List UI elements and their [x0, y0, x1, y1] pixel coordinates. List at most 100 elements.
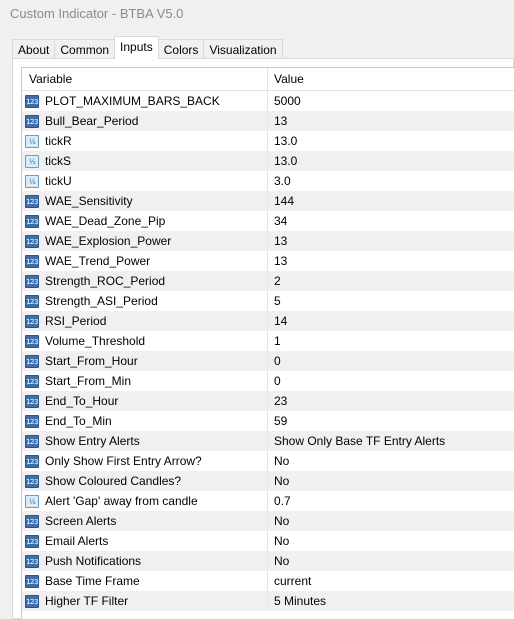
value-cell[interactable]: 23 — [268, 391, 514, 411]
value-cell[interactable]: 0 — [268, 351, 514, 371]
grid-rows: 123 PLOT_MAXIMUM_BARS_BACK 5000 123 Bull_Bea… — [22, 91, 514, 611]
integer-type-icon: 123 — [25, 254, 39, 268]
integer-type-icon: 123 — [25, 554, 39, 568]
variable-name: tickS — [45, 154, 72, 168]
table-row[interactable]: 123 Volume_Threshold 1 — [22, 331, 514, 351]
table-row[interactable]: 123 Screen Alerts No — [22, 511, 514, 531]
integer-type-icon: 123 — [25, 374, 39, 388]
variable-cell: 123 Only Show First Entry Arrow? — [22, 451, 268, 471]
variable-name: Alert 'Gap' away from candle — [45, 494, 198, 508]
integer-type-icon: 123 — [25, 534, 39, 548]
table-row[interactable]: 123 Higher TF Filter 5 Minutes — [22, 591, 514, 611]
table-row[interactable]: 123 Only Show First Entry Arrow? No — [22, 451, 514, 471]
integer-type-icon: 123 — [25, 294, 39, 308]
variable-name: Base Time Frame — [45, 574, 140, 588]
title-bar: Custom Indicator - BTBA V5.0 — [0, 0, 514, 28]
table-row[interactable]: ½ tickU 3.0 — [22, 171, 514, 191]
value-cell[interactable]: 1 — [268, 331, 514, 351]
value-cell[interactable]: 5 Minutes — [268, 591, 514, 611]
grid-header: Variable Value — [22, 68, 514, 91]
value-cell[interactable]: 59 — [268, 411, 514, 431]
variable-name: Start_From_Min — [45, 374, 132, 388]
table-row[interactable]: 123 WAE_Dead_Zone_Pip 34 — [22, 211, 514, 231]
variable-cell: 123 WAE_Dead_Zone_Pip — [22, 211, 268, 231]
table-row[interactable]: 123 Bull_Bear_Period 13 — [22, 111, 514, 131]
value-cell[interactable]: 5000 — [268, 91, 514, 111]
table-row[interactable]: 123 Email Alerts No — [22, 531, 514, 551]
integer-type-icon: 123 — [25, 434, 39, 448]
variable-cell: 123 Start_From_Hour — [22, 351, 268, 371]
double-type-icon: ½ — [25, 134, 39, 148]
variable-cell: 123 Start_From_Min — [22, 371, 268, 391]
window-title: Custom Indicator - BTBA V5.0 — [10, 6, 184, 21]
table-row[interactable]: 123 WAE_Trend_Power 13 — [22, 251, 514, 271]
variable-cell: 123 Screen Alerts — [22, 511, 268, 531]
variable-cell: ½ Alert 'Gap' away from candle — [22, 491, 268, 511]
table-row[interactable]: ½ tickS 13.0 — [22, 151, 514, 171]
table-row[interactable]: 123 Show Coloured Candles? No — [22, 471, 514, 491]
value-cell[interactable]: 13 — [268, 251, 514, 271]
variable-name: Strength_ROC_Period — [45, 274, 166, 288]
value-cell[interactable]: No — [268, 551, 514, 571]
value-cell[interactable]: No — [268, 511, 514, 531]
table-row[interactable]: ½ Alert 'Gap' away from candle 0.7 — [22, 491, 514, 511]
variable-column-header[interactable]: Variable — [22, 68, 268, 90]
table-row[interactable]: 123 Show Entry Alerts Show Only Base TF En… — [22, 431, 514, 451]
variable-cell: 123 Strength_ASI_Period — [22, 291, 268, 311]
value-cell[interactable]: 13 — [268, 111, 514, 131]
variable-name: End_To_Hour — [45, 394, 119, 408]
value-cell[interactable]: 0.7 — [268, 491, 514, 511]
value-cell[interactable]: 144 — [268, 191, 514, 211]
variable-name: PLOT_MAXIMUM_BARS_BACK — [45, 94, 220, 108]
table-row[interactable]: 123 Base Time Frame current — [22, 571, 514, 591]
tab-strip: About Common Inputs Colors Visualization — [12, 36, 283, 59]
variable-cell: 123 Base Time Frame — [22, 571, 268, 591]
tab-inputs[interactable]: Inputs — [114, 36, 159, 59]
table-row[interactable]: 123 WAE_Sensitivity 144 — [22, 191, 514, 211]
table-row[interactable]: ½ tickR 13.0 — [22, 131, 514, 151]
tab-common[interactable]: Common — [54, 39, 116, 59]
tab-colors[interactable]: Colors — [157, 39, 205, 59]
table-row[interactable]: 123 Strength_ROC_Period 2 — [22, 271, 514, 291]
value-column-header[interactable]: Value — [268, 68, 514, 90]
table-row[interactable]: 123 Push Notifications No — [22, 551, 514, 571]
variable-name: Only Show First Entry Arrow? — [45, 454, 202, 468]
value-cell[interactable]: Show Only Base TF Entry Alerts — [268, 431, 514, 451]
tab-visualization[interactable]: Visualization — [203, 39, 283, 59]
table-row[interactable]: 123 Strength_ASI_Period 5 — [22, 291, 514, 311]
value-cell[interactable]: 13.0 — [268, 151, 514, 171]
inputs-grid: Variable Value 123 PLOT_MAXIMUM_BARS_BACK… — [21, 67, 514, 619]
variable-cell: 123 WAE_Sensitivity — [22, 191, 268, 211]
table-row[interactable]: 123 End_To_Hour 23 — [22, 391, 514, 411]
variable-name: Start_From_Hour — [45, 354, 138, 368]
value-cell[interactable]: 14 — [268, 311, 514, 331]
value-cell[interactable]: No — [268, 531, 514, 551]
value-cell[interactable]: 0 — [268, 371, 514, 391]
integer-type-icon: 123 — [25, 314, 39, 328]
value-cell[interactable]: No — [268, 451, 514, 471]
table-row[interactable]: 123 Start_From_Min 0 — [22, 371, 514, 391]
value-cell[interactable]: 3.0 — [268, 171, 514, 191]
variable-cell: 123 WAE_Trend_Power — [22, 251, 268, 271]
table-row[interactable]: 123 Start_From_Hour 0 — [22, 351, 514, 371]
integer-type-icon: 123 — [25, 194, 39, 208]
table-row[interactable]: 123 PLOT_MAXIMUM_BARS_BACK 5000 — [22, 91, 514, 111]
table-row[interactable]: 123 WAE_Explosion_Power 13 — [22, 231, 514, 251]
variable-name: Bull_Bear_Period — [45, 114, 139, 128]
value-cell[interactable]: 2 — [268, 271, 514, 291]
table-row[interactable]: 123 RSI_Period 14 — [22, 311, 514, 331]
variable-cell: 123 End_To_Hour — [22, 391, 268, 411]
value-cell[interactable]: No — [268, 471, 514, 491]
value-cell[interactable]: 5 — [268, 291, 514, 311]
table-row[interactable]: 123 End_To_Min 59 — [22, 411, 514, 431]
variable-cell: 123 Show Coloured Candles? — [22, 471, 268, 491]
integer-type-icon: 123 — [25, 454, 39, 468]
variable-name: WAE_Trend_Power — [45, 254, 151, 268]
value-cell[interactable]: current — [268, 571, 514, 591]
value-cell[interactable]: 34 — [268, 211, 514, 231]
variable-cell: 123 Bull_Bear_Period — [22, 111, 268, 131]
value-cell[interactable]: 13 — [268, 231, 514, 251]
value-cell[interactable]: 13.0 — [268, 131, 514, 151]
tab-about[interactable]: About — [12, 39, 56, 59]
integer-type-icon: 123 — [25, 574, 39, 588]
